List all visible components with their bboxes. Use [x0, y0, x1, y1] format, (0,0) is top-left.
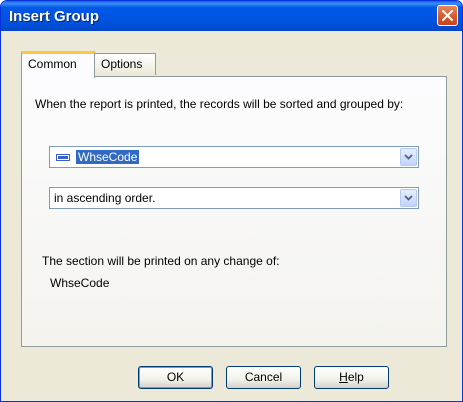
tab-common-label: Common [28, 57, 77, 71]
ok-button-label: OK [166, 370, 185, 384]
group-field-value: WhseCode [76, 150, 140, 164]
tab-options-label: Options [101, 57, 143, 71]
cancel-button[interactable]: Cancel [226, 366, 301, 389]
group-field-dropdown-button[interactable] [400, 148, 417, 166]
help-button-label: elp [347, 370, 364, 384]
group-field-combobox[interactable]: WhseCode [49, 146, 419, 168]
close-icon [442, 10, 453, 21]
sort-order-value: in ascending order. [54, 191, 156, 205]
cancel-button-label: Cancel [244, 370, 283, 384]
insert-group-dialog: Insert Group Common Options When the rep… [0, 0, 463, 402]
sort-order-dropdown-button[interactable] [400, 189, 417, 207]
tab-options[interactable]: Options [94, 53, 156, 75]
database-field-icon [56, 154, 70, 161]
section-change-text: The section will be printed on any chang… [42, 254, 280, 268]
title-bar[interactable]: Insert Group [1, 1, 462, 31]
help-button[interactable]: Help [314, 366, 389, 389]
close-button[interactable] [437, 5, 458, 26]
sort-order-combobox[interactable]: in ascending order. [49, 187, 419, 209]
common-tab-panel: When the report is printed, the records … [21, 76, 447, 347]
group-description: When the report is printed, the records … [35, 97, 404, 111]
help-button-mnemonic: H [339, 370, 348, 384]
window-title: Insert Group [9, 8, 100, 25]
tab-common[interactable]: Common [21, 51, 95, 78]
ok-button[interactable]: OK [138, 366, 213, 389]
section-field-name: WhseCode [50, 276, 110, 290]
chevron-down-icon [404, 154, 413, 160]
chevron-down-icon [404, 195, 413, 201]
